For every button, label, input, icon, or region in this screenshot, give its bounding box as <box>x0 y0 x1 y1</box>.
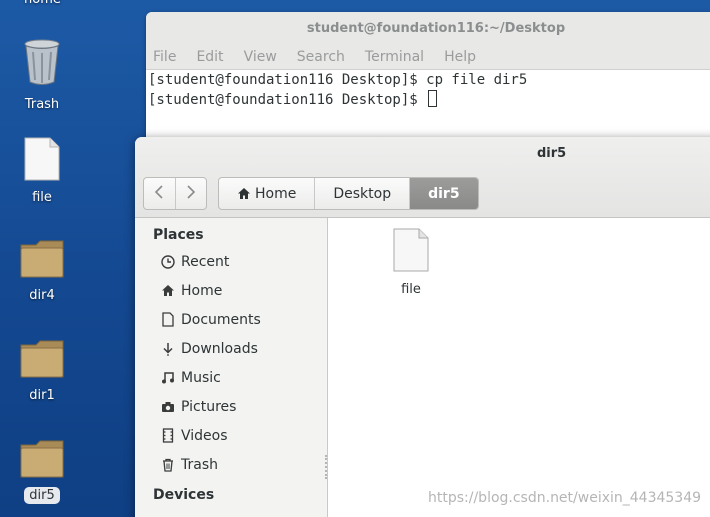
sidebar-item-label: Home <box>181 282 223 299</box>
sidebar-item-label: Pictures <box>181 398 237 415</box>
sidebar-item-trash[interactable]: Trash <box>135 450 327 479</box>
sidebar-item-recent[interactable]: Recent <box>135 247 327 276</box>
breadcrumb-label: Desktop <box>333 185 392 202</box>
file-item[interactable]: file <box>385 228 437 297</box>
breadcrumb: Home Desktop dir5 <box>218 177 479 210</box>
trash-icon <box>160 457 176 473</box>
folder-icon <box>19 439 65 483</box>
download-icon <box>160 341 176 357</box>
sidebar-item-label: Videos <box>181 427 228 444</box>
chevron-right-icon <box>186 184 196 203</box>
desktop-item-dir4[interactable]: dir4 <box>0 239 84 304</box>
sidebar-item-label: Documents <box>181 311 261 328</box>
file-manager-header[interactable]: dir5 Home Desktop dir5 <box>135 137 710 218</box>
home-icon <box>237 187 251 200</box>
document-icon <box>160 312 176 328</box>
desktop-item-label-selected: dir5 <box>24 487 60 504</box>
chevron-left-icon <box>154 184 164 203</box>
clock-icon <box>160 254 176 270</box>
sidebar-item-home[interactable]: Home <box>135 276 327 305</box>
back-button[interactable] <box>144 178 175 209</box>
sidebar-item-documents[interactable]: Documents <box>135 305 327 334</box>
sidebar-item-label: Music <box>181 369 221 386</box>
desktop-item-dir1[interactable]: dir1 <box>0 339 84 404</box>
folder-icon <box>19 339 65 383</box>
terminal-window[interactable]: student@foundation116:~/Desktop File Edi… <box>146 12 710 152</box>
folder-icon <box>19 239 65 283</box>
window-title: dir5 <box>537 146 567 161</box>
file-icon <box>392 228 430 276</box>
desktop-item-label: Trash <box>24 97 60 112</box>
trash-icon <box>22 38 62 92</box>
desktop-item-label: dir4 <box>29 288 55 303</box>
file-icon <box>23 137 61 185</box>
menu-search[interactable]: Search <box>297 49 345 65</box>
breadcrumb-home[interactable]: Home <box>219 178 316 209</box>
places-sidebar: Places Recent Home Documents Downloads M… <box>135 218 328 517</box>
sidebar-item-label: Trash <box>181 456 218 473</box>
breadcrumb-label: dir5 <box>428 185 460 202</box>
music-icon <box>160 370 176 386</box>
terminal-menubar: File Edit View Search Terminal Help <box>146 44 710 70</box>
menu-file[interactable]: File <box>153 49 176 65</box>
sidebar-item-downloads[interactable]: Downloads <box>135 334 327 363</box>
terminal-title: student@foundation116:~/Desktop <box>306 20 566 36</box>
desktop-item-trash[interactable]: Trash <box>0 38 84 113</box>
navigation-buttons <box>143 177 207 210</box>
terminal-titlebar[interactable]: student@foundation116:~/Desktop <box>146 12 710 44</box>
places-heading: Places <box>153 227 204 243</box>
desktop-item-dir5[interactable]: dir5 <box>0 439 84 504</box>
breadcrumb-desktop[interactable]: Desktop <box>315 178 411 209</box>
camera-icon <box>160 399 176 415</box>
desktop-item-label: file <box>32 190 52 205</box>
terminal-line: [student@foundation116 Desktop]$ <box>148 92 427 108</box>
terminal-output[interactable]: [student@foundation116 Desktop]$ cp file… <box>146 70 710 111</box>
menu-help[interactable]: Help <box>444 49 476 65</box>
terminal-line: [student@foundation116 Desktop]$ cp file… <box>148 72 528 88</box>
watermark: https://blog.csdn.net/weixin_44345349 <box>428 490 702 506</box>
breadcrumb-dir5[interactable]: dir5 <box>410 178 478 209</box>
file-manager-window[interactable]: dir5 Home Desktop dir5 Places Recent Hom… <box>135 137 710 517</box>
file-item-label: file <box>401 282 421 297</box>
desktop-item-label-home[interactable]: home <box>24 0 61 7</box>
sidebar-item-videos[interactable]: Videos <box>135 421 327 450</box>
terminal-cursor <box>428 90 438 107</box>
menu-terminal[interactable]: Terminal <box>365 49 424 65</box>
breadcrumb-label: Home <box>255 185 297 202</box>
film-icon <box>160 428 176 444</box>
desktop-item-label: dir1 <box>29 388 55 403</box>
sidebar-item-pictures[interactable]: Pictures <box>135 392 327 421</box>
sidebar-resize-handle[interactable] <box>325 455 327 479</box>
menu-edit[interactable]: Edit <box>196 49 223 65</box>
file-view[interactable]: file <box>329 218 710 517</box>
sidebar-item-music[interactable]: Music <box>135 363 327 392</box>
sidebar-item-label: Recent <box>181 253 230 270</box>
sidebar-item-label: Downloads <box>181 340 258 357</box>
forward-button[interactable] <box>174 178 207 209</box>
desktop-item-file[interactable]: file <box>0 137 84 206</box>
devices-heading: Devices <box>153 487 215 503</box>
menu-view[interactable]: View <box>244 49 277 65</box>
home-icon <box>160 283 176 299</box>
